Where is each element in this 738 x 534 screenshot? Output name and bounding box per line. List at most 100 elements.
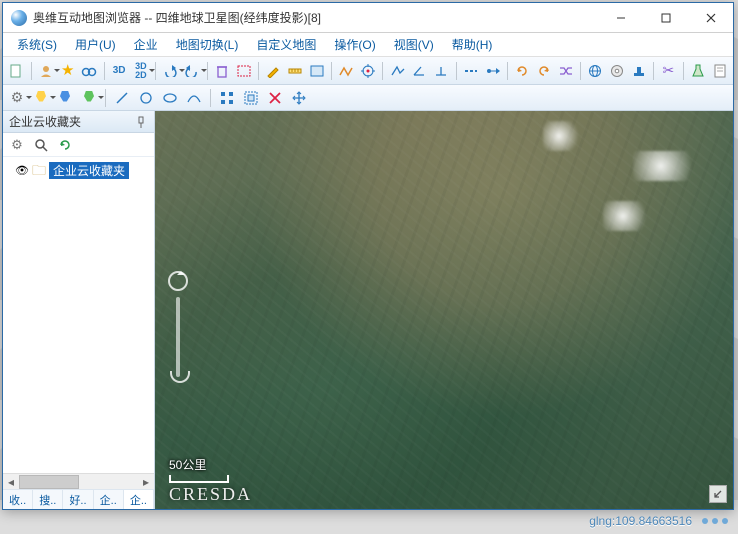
tab-enterprise[interactable]: 企..	[94, 490, 124, 509]
tab-search[interactable]: 搜..	[33, 490, 63, 509]
dot-arrow-icon[interactable]	[483, 61, 502, 81]
statusbar: glng:109.84663516	[2, 510, 734, 532]
pin-panel-icon[interactable]	[134, 115, 148, 129]
new-doc-icon[interactable]	[7, 61, 26, 81]
titlebar: 奥维互动地图浏览器 -- 四维地球卫星图(经纬度投影)[8]	[3, 3, 733, 33]
status-dot-icon	[712, 518, 718, 524]
shuffle-icon[interactable]	[556, 61, 575, 81]
map-viewport[interactable]: 50公里 CRESDA	[155, 111, 733, 509]
menu-map-switch[interactable]: 地图切换(L)	[168, 33, 247, 56]
area-icon[interactable]	[307, 61, 326, 81]
search-icon[interactable]	[31, 135, 51, 155]
menu-custom-map[interactable]: 自定义地图	[248, 33, 324, 56]
stamp-icon[interactable]	[629, 61, 648, 81]
provider-watermark: CRESDA	[169, 484, 252, 505]
toolbar-sep	[210, 89, 211, 107]
maximize-button[interactable]	[643, 3, 688, 32]
scroll-right-icon[interactable]: ▸	[138, 475, 154, 489]
toolbar-sep	[155, 62, 156, 80]
pencil-icon[interactable]	[264, 61, 283, 81]
app-window: 奥维互动地图浏览器 -- 四维地球卫星图(经纬度投影)[8] 系统(S) 用户(…	[2, 2, 734, 510]
line-tool-icon[interactable]	[112, 88, 132, 108]
scroll-track[interactable]	[19, 475, 138, 489]
zoom-slider[interactable]	[176, 297, 180, 377]
curve-tool-icon[interactable]	[184, 88, 204, 108]
toolbar-sep	[456, 62, 457, 80]
scroll-thumb[interactable]	[19, 475, 79, 489]
menu-user[interactable]: 用户(U)	[67, 33, 124, 56]
shape-toolbar: ⚙	[3, 85, 733, 111]
tab-favorites[interactable]: 收..	[3, 490, 33, 509]
rotate-ccw-icon[interactable]	[535, 61, 554, 81]
select-rect-icon[interactable]	[234, 61, 253, 81]
pin-yellow-icon[interactable]	[31, 88, 51, 108]
toolbar-sep	[382, 62, 383, 80]
arrows-out-icon[interactable]	[289, 88, 309, 108]
toolbar-sep	[31, 62, 32, 80]
expand-arrow-button[interactable]	[709, 485, 727, 503]
status-dot-icon	[722, 518, 728, 524]
menu-enterprise[interactable]: 企业	[126, 33, 166, 56]
scissors-icon[interactable]: ✂	[659, 61, 678, 81]
zigzag-icon[interactable]	[337, 61, 356, 81]
tab-enterprise-cloud[interactable]: 企..	[124, 490, 154, 509]
toolbar-sep	[580, 62, 581, 80]
disc-icon[interactable]	[608, 61, 627, 81]
nodes-icon[interactable]	[217, 88, 237, 108]
menu-help[interactable]: 帮助(H)	[444, 33, 501, 56]
favorites-tree[interactable]: 👁 🗀 企业云收藏夹	[3, 157, 154, 473]
perpendicular-icon[interactable]	[432, 61, 451, 81]
sidebar-toolbar: ⚙	[3, 133, 154, 157]
toolbar-sep	[683, 62, 684, 80]
close-button[interactable]	[688, 3, 733, 32]
content-area: 企业云收藏夹 ⚙ 👁 🗀 企业云收藏夹 ◂ ▸	[3, 111, 733, 509]
pin-blue-icon[interactable]	[55, 88, 75, 108]
flask-icon[interactable]	[689, 61, 708, 81]
cloud-decoration	[633, 151, 703, 181]
trash-icon[interactable]	[213, 61, 232, 81]
gear-icon[interactable]: ⚙	[7, 135, 27, 155]
folder-icon: 🗀	[32, 163, 46, 177]
undo-icon[interactable]	[161, 61, 180, 81]
toolbar-sep	[258, 62, 259, 80]
cloud-decoration	[543, 121, 583, 151]
globe-icon[interactable]	[586, 61, 605, 81]
window-title: 奥维互动地图浏览器 -- 四维地球卫星图(经纬度投影)[8]	[33, 9, 598, 26]
menubar: 系统(S) 用户(U) 企业 地图切换(L) 自定义地图 操作(O) 视图(V)…	[3, 33, 733, 57]
angle-icon[interactable]	[410, 61, 429, 81]
scroll-left-icon[interactable]: ◂	[3, 475, 19, 489]
menu-system[interactable]: 系统(S)	[9, 33, 65, 56]
ellipse-tool-icon[interactable]	[160, 88, 180, 108]
menu-operate[interactable]: 操作(O)	[326, 33, 383, 56]
sidebar-header: 企业云收藏夹	[3, 111, 154, 133]
window-buttons	[598, 3, 733, 32]
cross-icon[interactable]	[265, 88, 285, 108]
page-icon[interactable]	[710, 61, 729, 81]
compass-needle-icon[interactable]	[168, 271, 188, 291]
polyline-icon[interactable]	[388, 61, 407, 81]
rotate-cw-icon[interactable]	[513, 61, 532, 81]
circle-tool-icon[interactable]	[136, 88, 156, 108]
tree-root-item[interactable]: 👁 🗀 企业云收藏夹	[3, 161, 154, 179]
refresh-icon[interactable]	[55, 135, 75, 155]
gear-icon[interactable]: ⚙	[7, 88, 27, 108]
user-icon[interactable]	[37, 61, 56, 81]
3d2d-icon[interactable]: 3D2D	[131, 61, 150, 81]
compass-control[interactable]	[165, 271, 191, 391]
cloud-decoration	[603, 201, 653, 231]
star-icon[interactable]: ★	[58, 61, 77, 81]
sidebar-hscrollbar[interactable]: ◂ ▸	[3, 473, 154, 489]
menu-view[interactable]: 视图(V)	[386, 33, 442, 56]
ruler-icon[interactable]	[286, 61, 305, 81]
dash-line-icon[interactable]	[461, 61, 480, 81]
minimize-button[interactable]	[598, 3, 643, 32]
sidebar-tabs: 收.. 搜.. 好.. 企.. 企..	[3, 489, 154, 509]
target-icon[interactable]	[359, 61, 378, 81]
group-icon[interactable]	[241, 88, 261, 108]
tab-friends[interactable]: 好..	[63, 490, 93, 509]
binoculars-icon[interactable]	[80, 61, 99, 81]
redo-icon[interactable]	[183, 61, 202, 81]
3d-icon[interactable]: 3D	[110, 61, 129, 81]
pin-green-icon[interactable]	[79, 88, 99, 108]
eye-icon[interactable]: 👁	[15, 164, 29, 177]
